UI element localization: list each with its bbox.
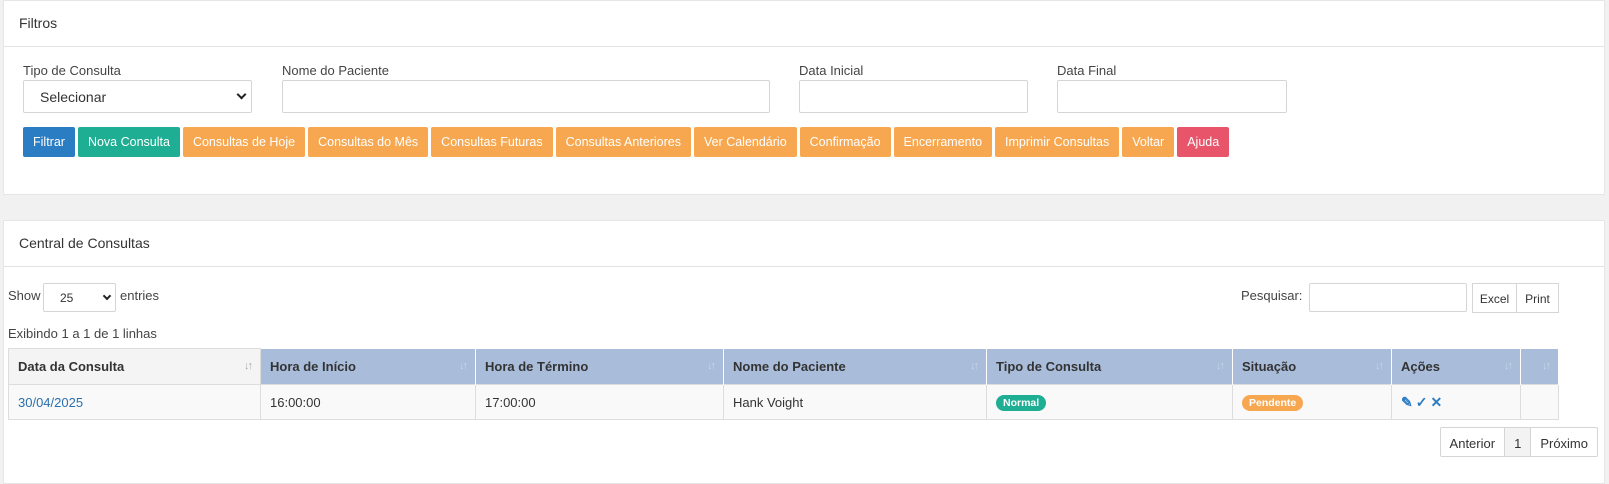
page-1-button[interactable]: 1	[1505, 428, 1532, 456]
filters-title: Filtros	[4, 1, 1604, 47]
confirmacao-button[interactable]: Confirmação	[799, 127, 891, 157]
col-hora-inicio[interactable]: Hora de Início ↓↑	[260, 348, 476, 385]
cell-inicio: 16:00:00	[260, 384, 476, 420]
col-nome-paciente[interactable]: Nome do Paciente ↓↑	[723, 348, 987, 385]
filters-panel: Filtros Tipo de Consulta Selecionar Nome…	[3, 0, 1605, 195]
tipo-badge: Normal	[996, 394, 1047, 411]
search-label: Pesquisar:	[1241, 288, 1303, 303]
status-badge: Pendente	[1242, 394, 1304, 411]
col-hora-termino[interactable]: Hora de Término ↓↑	[475, 348, 724, 385]
sort-icon: ↓↑	[707, 359, 716, 372]
sort-icon: ↓↑	[1504, 359, 1513, 372]
central-panel: Central de Consultas Show 25 entries Pes…	[3, 220, 1605, 484]
col-extra[interactable]: ↓↑	[1520, 348, 1559, 385]
sort-icon: ↓↑	[1375, 359, 1384, 372]
nova-consulta-button[interactable]: Nova Consulta	[77, 127, 180, 157]
print-button[interactable]: Print	[1516, 283, 1559, 313]
cell-paciente: Hank Voight	[723, 384, 987, 420]
cell-tipo: Normal	[986, 384, 1233, 420]
tipo-consulta-select[interactable]: Selecionar	[23, 80, 252, 113]
col-data-consulta[interactable]: Data da Consulta ↓↑	[8, 348, 261, 385]
prev-page-button[interactable]: Anterior	[1441, 428, 1506, 456]
cell-situacao: Pendente	[1232, 384, 1392, 420]
sort-icon: ↓↑	[1542, 359, 1551, 372]
entries-select[interactable]: 25	[43, 283, 116, 312]
cell-data[interactable]: 30/04/2025	[8, 384, 261, 420]
chevron-down-icon	[236, 89, 247, 100]
sort-icon: ↓↑	[244, 360, 253, 372]
sort-icon: ↓↑	[970, 359, 979, 372]
cell-acoes: ✎ ✓ ✕	[1391, 384, 1521, 420]
encerramento-button[interactable]: Encerramento	[893, 127, 993, 157]
chevron-down-icon	[102, 291, 112, 301]
consultas-anteriores-button[interactable]: Consultas Anteriores	[555, 127, 691, 157]
data-consulta-link[interactable]: 30/04/2025	[18, 395, 83, 410]
show-label: Show	[8, 288, 41, 303]
consultas-futuras-button[interactable]: Consultas Futuras	[431, 127, 553, 157]
search-input[interactable]	[1309, 283, 1467, 312]
table-row: 30/04/2025 16:00:00 17:00:00 Hank Voight…	[8, 384, 1559, 420]
check-icon[interactable]: ✓	[1416, 394, 1428, 410]
col-acoes[interactable]: Ações ↓↑	[1391, 348, 1521, 385]
data-inicial-input[interactable]	[799, 80, 1028, 113]
sort-icon: ↓↑	[459, 359, 468, 372]
consultas-table: Data da Consulta ↓↑ Hora de Início ↓↑ Hora…	[8, 348, 1559, 420]
cell-termino: 17:00:00	[475, 384, 724, 420]
table-header-row: Data da Consulta ↓↑ Hora de Início ↓↑ Hora…	[8, 348, 1559, 385]
imprimir-consultas-button[interactable]: Imprimir Consultas	[995, 127, 1120, 157]
ver-calendario-button[interactable]: Ver Calendário	[693, 127, 797, 157]
voltar-button[interactable]: Voltar	[1122, 127, 1175, 157]
tipo-consulta-value: Selecionar	[40, 89, 107, 105]
nome-paciente-input[interactable]	[282, 80, 770, 113]
sort-icon: ↓↑	[1216, 359, 1225, 372]
filtrar-button[interactable]: Filtrar	[23, 127, 75, 157]
col-tipo-consulta[interactable]: Tipo de Consulta ↓↑	[986, 348, 1233, 385]
close-icon[interactable]: ✕	[1430, 394, 1442, 410]
consultas-hoje-button[interactable]: Consultas de Hoje	[182, 127, 306, 157]
entries-label: entries	[120, 288, 160, 303]
action-buttons: Filtrar Nova Consulta Consultas de Hoje …	[23, 127, 1230, 157]
consultas-mes-button[interactable]: Consultas do Mês	[308, 127, 429, 157]
cell-extra	[1520, 384, 1559, 420]
central-title: Central de Consultas	[4, 221, 1604, 267]
next-page-button[interactable]: Próximo	[1531, 428, 1597, 456]
table-info: Exibindo 1 a 1 de 1 linhas	[8, 326, 157, 341]
tipo-consulta-label: Tipo de Consulta	[23, 63, 121, 78]
excel-button[interactable]: Excel	[1472, 283, 1517, 313]
col-situacao[interactable]: Situação ↓↑	[1232, 348, 1392, 385]
ajuda-button[interactable]: Ajuda	[1177, 127, 1230, 157]
edit-icon[interactable]: ✎	[1401, 394, 1413, 410]
data-final-label: Data Final	[1057, 63, 1117, 78]
entries-value: 25	[60, 291, 74, 305]
data-final-input[interactable]	[1057, 80, 1287, 113]
nome-paciente-label: Nome do Paciente	[282, 63, 389, 78]
data-inicial-label: Data Inicial	[799, 63, 864, 78]
pagination: Anterior 1 Próximo	[1439, 427, 1598, 457]
